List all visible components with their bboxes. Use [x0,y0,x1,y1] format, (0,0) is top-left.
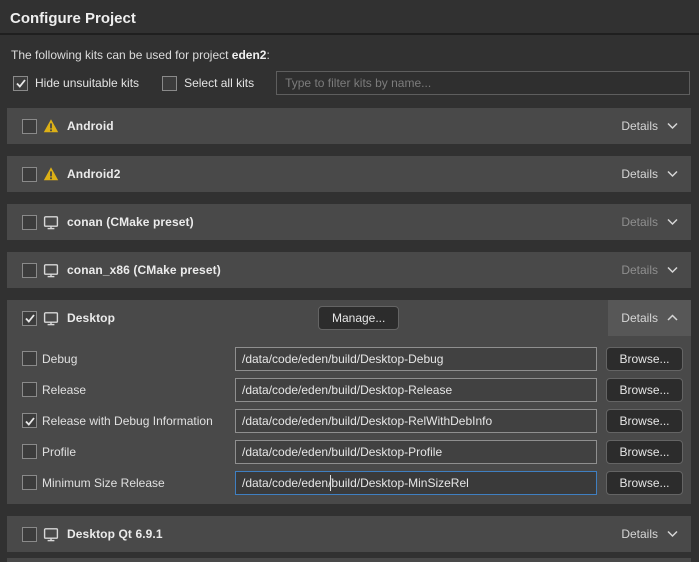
kits-subtitle: The following kits can be used for proje… [11,48,689,62]
kit-name: conan (CMake preset) [67,215,194,229]
chevron-down-icon [667,218,678,226]
build-dir-input-profile[interactable] [235,440,597,464]
hide-unsuitable-checkbox[interactable] [13,76,28,91]
kit-checkbox-android2[interactable] [22,167,37,182]
kit-name: Desktop Qt 6.9.1 [67,527,163,541]
config-label: Release with Debug Information [42,414,235,428]
details-toggle-desktop[interactable]: Details [608,300,691,336]
kit-checkbox-desktop-qt[interactable] [22,527,37,542]
build-dir-input-debug[interactable] [235,347,597,371]
browse-button[interactable]: Browse... [606,440,683,464]
kit-checkbox-android[interactable] [22,119,37,134]
config-checkbox-release[interactable] [22,382,37,397]
chevron-down-icon [667,266,678,274]
kit-name: conan_x86 (CMake preset) [67,263,221,277]
chevron-down-icon [667,170,678,178]
build-config-list: Debug Browse... Release Browse... Releas… [7,336,691,504]
build-dir-input-minsizerel[interactable] [235,471,597,495]
kit-filter-controls: Hide unsuitable kits Select all kits [13,71,690,95]
chevron-down-icon [667,530,678,538]
subtitle-text: The following kits can be used for proje… [11,48,232,62]
kit-row-desktop: Desktop Manage... Details [7,300,691,336]
path-field-wrap [235,440,597,464]
title-separator [0,33,699,35]
page-title: Configure Project [0,0,699,33]
warning-icon [43,166,59,182]
select-all-checkbox[interactable] [162,76,177,91]
browse-button[interactable]: Browse... [606,409,683,433]
kit-name: Desktop [67,311,115,325]
path-field-wrap [235,347,597,371]
details-label: Details [621,119,658,133]
kit-row-android2: Android2 Details [7,156,691,192]
chevron-up-icon [667,314,678,322]
config-label: Minimum Size Release [42,476,235,490]
manage-button[interactable]: Manage... [318,306,399,330]
hide-unsuitable-group: Hide unsuitable kits [13,76,139,91]
config-checkbox-debug[interactable] [22,351,37,366]
browse-button[interactable]: Browse... [606,471,683,495]
config-checkbox-minsizerel[interactable] [22,475,37,490]
kit-row-android: Android Details [7,108,691,144]
kit-name: Android2 [67,167,120,181]
build-dir-input-release[interactable] [235,378,597,402]
kit-checkbox-desktop[interactable] [22,311,37,326]
kit-row-partial [7,558,691,562]
kit-checkbox-conan-x86[interactable] [22,263,37,278]
check-icon [24,312,36,324]
details-label: Details [621,263,658,277]
select-all-label[interactable]: Select all kits [184,76,254,90]
desktop-icon [43,311,59,326]
details-label: Details [621,215,658,229]
config-row-profile: Profile Browse... [22,436,683,467]
select-all-group: Select all kits [162,76,254,91]
text-caret [330,475,331,491]
details-toggle-android2[interactable]: Details [608,156,691,192]
kit-row-conan: conan (CMake preset) Details [7,204,691,240]
config-checkbox-relwithdebinfo[interactable] [22,413,37,428]
warning-icon [43,118,59,134]
kit-list: Android Details Android2 Details conan (… [0,108,699,562]
kit-name: Android [67,119,114,133]
config-row-debug: Debug Browse... [22,343,683,374]
details-toggle-conan[interactable]: Details [608,204,691,240]
desktop-icon [43,263,59,278]
check-icon [15,77,27,89]
check-icon [24,415,36,427]
subtitle-colon: : [266,48,269,62]
config-label: Debug [42,352,235,366]
details-label: Details [621,311,658,325]
kit-row-desktop-qt: Desktop Qt 6.9.1 Details [7,516,691,552]
config-row-relwithdebinfo: Release with Debug Information Browse... [22,405,683,436]
path-field-wrap [235,378,597,402]
kit-checkbox-conan[interactable] [22,215,37,230]
config-label: Release [42,383,235,397]
desktop-icon [43,215,59,230]
path-field-wrap [235,409,597,433]
config-row-release: Release Browse... [22,374,683,405]
details-toggle-conan-x86[interactable]: Details [608,252,691,288]
config-row-minsizerel: Minimum Size Release Browse... [22,467,683,498]
kit-filter-input[interactable] [276,71,690,95]
config-label: Profile [42,445,235,459]
details-toggle-desktop-qt[interactable]: Details [608,516,691,552]
browse-button[interactable]: Browse... [606,378,683,402]
kit-section-desktop: Desktop Manage... Details Debug Browse..… [7,300,691,504]
build-dir-input-relwithdebinfo[interactable] [235,409,597,433]
hide-unsuitable-label[interactable]: Hide unsuitable kits [35,76,139,90]
chevron-down-icon [667,122,678,130]
details-label: Details [621,527,658,541]
details-toggle-android[interactable]: Details [608,108,691,144]
project-name: eden2 [232,48,267,62]
config-checkbox-profile[interactable] [22,444,37,459]
path-field-wrap-focused [235,471,597,495]
kit-row-conan-x86: conan_x86 (CMake preset) Details [7,252,691,288]
desktop-icon [43,527,59,542]
browse-button[interactable]: Browse... [606,347,683,371]
details-label: Details [621,167,658,181]
